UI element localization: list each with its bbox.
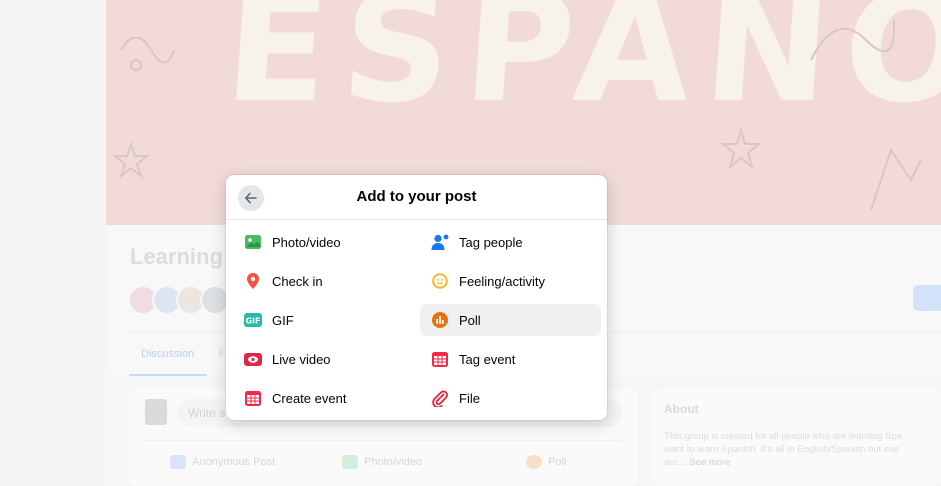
option-file[interactable]: File bbox=[420, 382, 601, 414]
option-label: Live video bbox=[272, 351, 331, 367]
option-label: GIF bbox=[272, 312, 294, 328]
option-label: Check in bbox=[272, 273, 323, 289]
option-label: File bbox=[459, 390, 480, 406]
option-label: Tag event bbox=[459, 351, 516, 367]
option-label: Photo/video bbox=[272, 234, 341, 250]
smiley-icon bbox=[430, 271, 450, 291]
paperclip-icon bbox=[430, 388, 450, 408]
option-gif[interactable]: GIF GIF bbox=[233, 304, 414, 336]
option-live-video[interactable]: Live video bbox=[233, 343, 414, 375]
add-to-post-dialog: Add to your post Photo/video Check in GI… bbox=[226, 175, 607, 420]
calendar-icon bbox=[430, 349, 450, 369]
option-label: Create event bbox=[272, 390, 347, 406]
option-label: Poll bbox=[459, 312, 481, 328]
gif-icon: GIF bbox=[243, 310, 263, 330]
option-poll[interactable]: Poll bbox=[420, 304, 601, 336]
dialog-title: Add to your post bbox=[356, 188, 477, 205]
live-video-icon bbox=[243, 349, 263, 369]
dialog-header: Add to your post bbox=[226, 175, 607, 220]
option-tag-event[interactable]: Tag event bbox=[420, 343, 601, 375]
photo-icon bbox=[243, 232, 263, 252]
option-feeling-activity[interactable]: Feeling/activity bbox=[420, 265, 601, 297]
option-label: Feeling/activity bbox=[459, 273, 545, 289]
location-pin-icon bbox=[243, 271, 263, 291]
option-check-in[interactable]: Check in bbox=[233, 265, 414, 297]
tag-people-icon bbox=[430, 232, 450, 252]
svg-text:GIF: GIF bbox=[245, 317, 260, 326]
option-label: Tag people bbox=[459, 234, 523, 250]
option-create-event[interactable]: Create event bbox=[233, 382, 414, 414]
poll-icon bbox=[430, 310, 450, 330]
option-tag-people[interactable]: Tag people bbox=[420, 226, 601, 258]
calendar-icon bbox=[243, 388, 263, 408]
option-photo-video[interactable]: Photo/video bbox=[233, 226, 414, 258]
